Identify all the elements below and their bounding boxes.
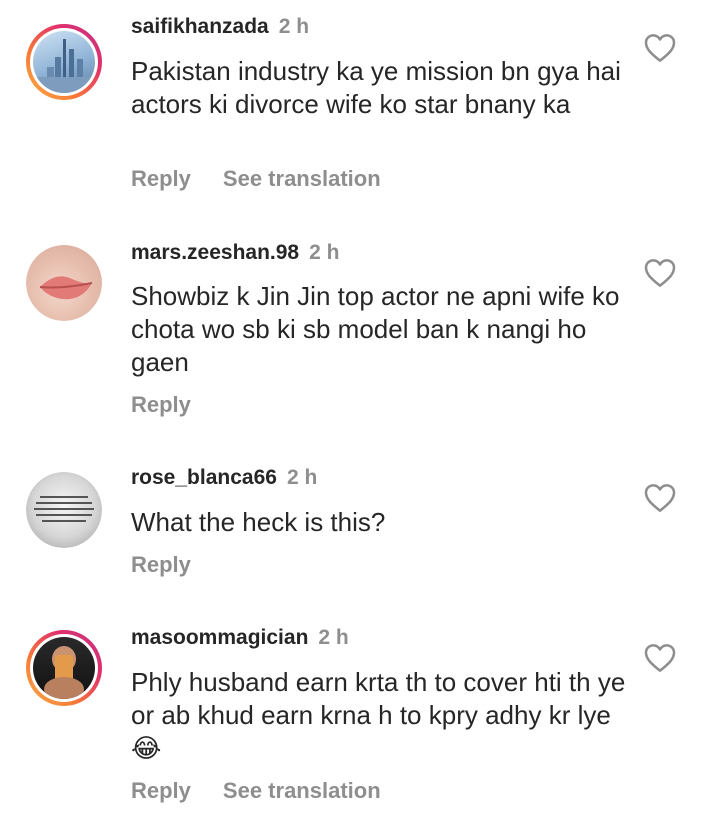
username[interactable]: saifikhanzada: [131, 15, 269, 38]
avatar[interactable]: [26, 245, 102, 321]
see-translation-button[interactable]: See translation: [223, 778, 381, 803]
heart-outline-icon[interactable]: [644, 643, 676, 673]
comment-time: 2 h: [318, 626, 349, 649]
see-translation-button[interactable]: See translation: [223, 166, 381, 191]
comment-text: Phly husband earn krta th to cover hti t…: [131, 667, 626, 763]
heart-outline-icon[interactable]: [644, 33, 676, 63]
username[interactable]: mars.zeeshan.98: [131, 241, 299, 264]
username[interactable]: rose_blanca66: [131, 466, 277, 489]
avatar[interactable]: [26, 472, 102, 548]
comment-text: Showbiz k Jin Jin top actor ne apni wife…: [131, 281, 620, 377]
heart-outline-icon[interactable]: [644, 483, 676, 513]
reply-button[interactable]: Reply: [131, 166, 191, 191]
heart-outline-icon[interactable]: [644, 258, 676, 288]
comment-time: 2 h: [309, 241, 340, 264]
comment-text: Pakistan industry ka ye mission bn gya h…: [131, 56, 621, 119]
reply-button[interactable]: Reply: [131, 392, 191, 417]
avatar[interactable]: [26, 24, 102, 100]
comment-time: 2 h: [278, 15, 310, 38]
avatar[interactable]: [26, 630, 102, 706]
username[interactable]: masoommagician: [131, 626, 308, 649]
comment-time: 2 h: [286, 466, 318, 489]
reply-button[interactable]: Reply: [131, 778, 191, 803]
comment-text: What the heck is this?: [131, 507, 386, 537]
reply-button[interactable]: Reply: [131, 552, 191, 577]
